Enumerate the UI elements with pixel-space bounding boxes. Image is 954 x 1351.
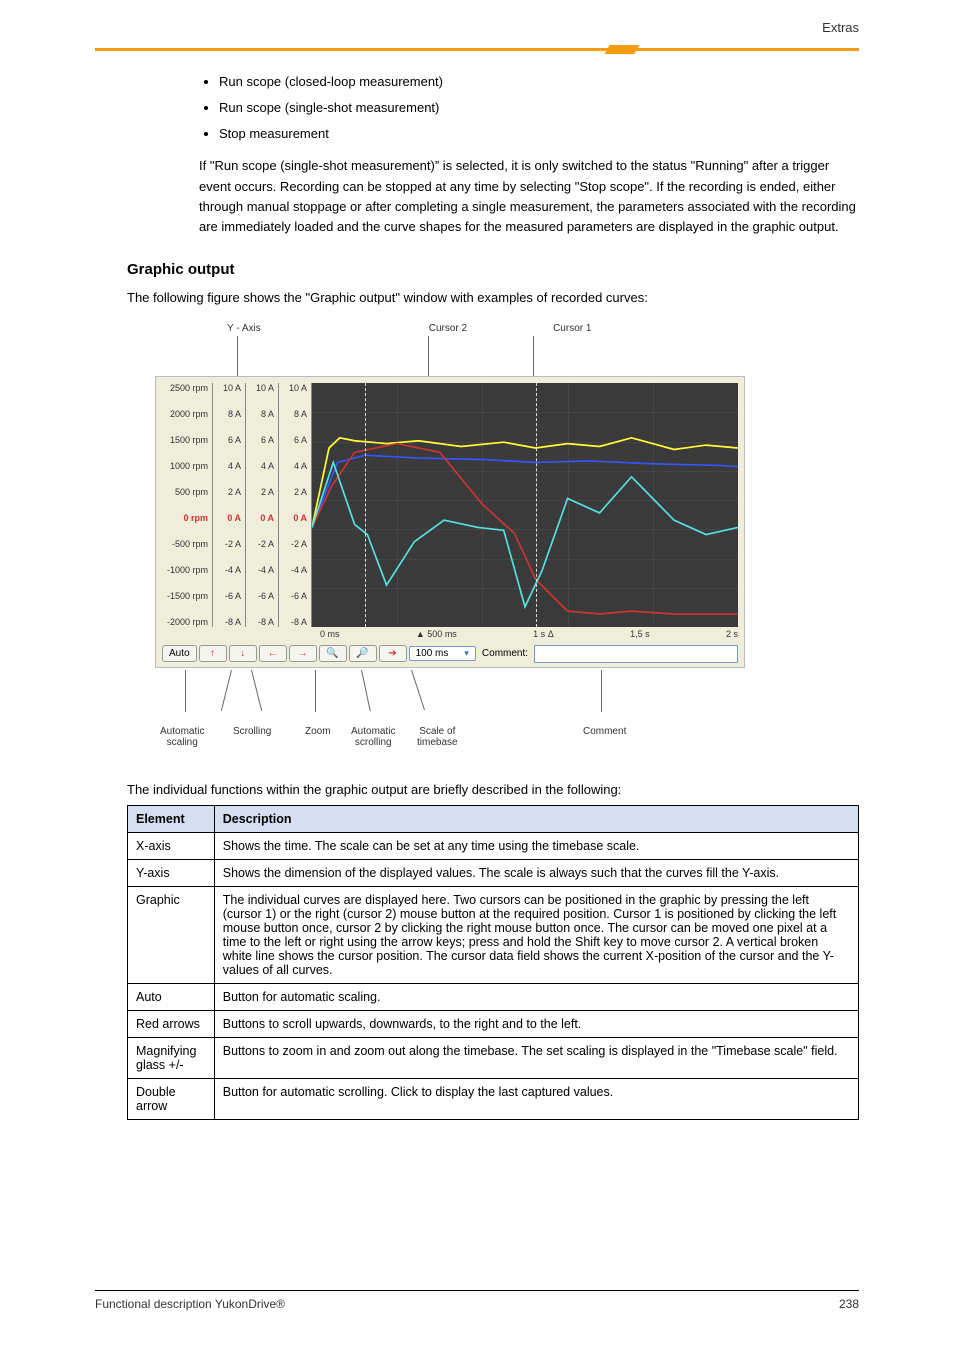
table-row: Double arrowButton for automatic scrolli… <box>128 1078 859 1119</box>
footer-left: Functional description YukonDrive® <box>95 1297 285 1311</box>
header-rule <box>95 48 859 54</box>
scroll-down-button[interactable]: ↓ <box>229 645 257 662</box>
timebase-select[interactable]: 100 ms▾ <box>409 646 476 661</box>
scope-toolbar: Auto ↑ ↓ ← → 🔍 🔎 ➔ 100 ms▾ Comment: <box>162 645 738 663</box>
cursor-1[interactable] <box>536 383 537 627</box>
table-row: GraphicThe individual curves are display… <box>128 886 859 983</box>
bullet-list: Run scope (closed-loop measurement) Run … <box>199 72 859 144</box>
annot-cursor1: Cursor 1 <box>553 323 591 334</box>
comment-label: Comment: <box>482 648 528 659</box>
table-row: AutoButton for automatic scaling. <box>128 983 859 1010</box>
table-header: Description <box>214 805 858 832</box>
bullet-item: Stop measurement <box>219 124 859 144</box>
comment-input[interactable] <box>534 645 738 663</box>
scroll-up-button[interactable]: ↑ <box>199 645 227 662</box>
zoom-out-button[interactable]: 🔎 <box>349 645 377 662</box>
page-header-section: Extras <box>822 20 859 35</box>
scroll-left-button[interactable]: ← <box>259 645 287 662</box>
footer-page-number: 238 <box>839 1297 859 1311</box>
scroll-right-button[interactable]: → <box>289 645 317 662</box>
paragraph: The following figure shows the "Graphic … <box>127 290 859 305</box>
annot-scrolling: Scrolling <box>233 726 271 737</box>
annot-autoscroll: Automatic scrolling <box>351 726 395 748</box>
scope-plot-area[interactable] <box>312 383 738 627</box>
table-header: Element <box>128 805 215 832</box>
annot-yaxis: Y - Axis <box>227 323 261 334</box>
annot-zoom: Zoom <box>305 726 331 737</box>
chevron-down-icon: ▾ <box>464 648 469 659</box>
table-row: Red arrowsButtons to scroll upwards, dow… <box>128 1010 859 1037</box>
auto-scroll-button[interactable]: ➔ <box>379 645 407 662</box>
bullet-item: Run scope (single-shot measurement) <box>219 98 859 118</box>
annot-comment: Comment <box>583 726 626 737</box>
table-row: Y-axisShows the dimension of the display… <box>128 859 859 886</box>
scope-figure: Y - Axis Cursor 2 Cursor 1 2500 rpm2000 … <box>155 323 745 752</box>
description-table: Element Description X-axisShows the time… <box>127 805 859 1120</box>
annot-cursor2: Cursor 2 <box>429 323 467 334</box>
table-row: X-axisShows the time. The scale can be s… <box>128 832 859 859</box>
y-axis-amp-2: 10 A8 A6 A4 A2 A0 A-2 A-4 A-6 A-8 A <box>246 383 279 627</box>
paragraph: The individual functions within the grap… <box>127 782 859 797</box>
zoom-in-button[interactable]: 🔍 <box>319 645 347 662</box>
annot-autoscale: Automatic scaling <box>160 726 204 748</box>
y-axis-amp-3: 10 A8 A6 A4 A2 A0 A-2 A-4 A-6 A-8 A <box>279 383 312 627</box>
auto-scale-button[interactable]: Auto <box>162 645 197 662</box>
table-row: Magnifying glass +/-Buttons to zoom in a… <box>128 1037 859 1078</box>
cursor-2[interactable] <box>365 383 366 627</box>
page-footer: Functional description YukonDrive® 238 <box>95 1290 859 1311</box>
y-axis-rpm: 2500 rpm2000 rpm1500 rpm1000 rpm500 rpm0… <box>162 383 213 627</box>
bullet-item: Run scope (closed-loop measurement) <box>219 72 859 92</box>
annot-timebase: Scale of timebase <box>417 726 458 748</box>
x-axis-ticks: 0 ms ▲ 500 ms 1 s Δ 1,5 s 2 s <box>320 629 738 639</box>
paragraph: If "Run scope (single-shot measurement)”… <box>199 156 859 237</box>
section-heading: Graphic output <box>127 261 859 278</box>
y-axis-amp-1: 10 A8 A6 A4 A2 A0 A-2 A-4 A-6 A-8 A <box>213 383 246 627</box>
